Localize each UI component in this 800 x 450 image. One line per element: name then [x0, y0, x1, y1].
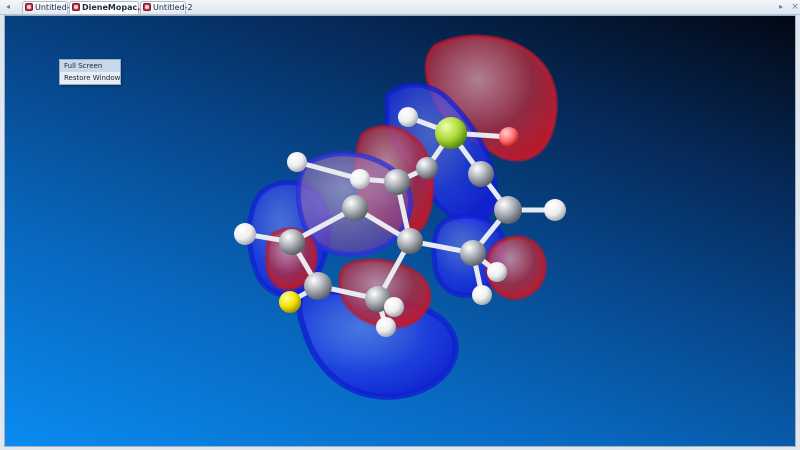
document-icon — [72, 3, 80, 11]
carbon-atom — [304, 272, 332, 300]
hydrogen-atom — [544, 199, 566, 221]
oxygen-atom — [499, 127, 519, 147]
chlorine-atom — [435, 117, 467, 149]
carbon-atom — [384, 169, 410, 195]
carbon-atom — [416, 157, 438, 179]
carbon-atom — [460, 240, 486, 266]
hydrogen-atom — [350, 169, 370, 189]
document-icon — [25, 3, 33, 11]
menu-item-restore-window[interactable]: Restore Window — [60, 72, 120, 84]
hydrogen-atom — [376, 317, 396, 337]
scroll-left-icon[interactable]: ◂ — [1, 0, 15, 14]
hydrogen-atom — [287, 152, 307, 172]
close-icon[interactable]: × — [788, 0, 800, 14]
menu-item-full-screen[interactable]: Full Screen — [60, 60, 120, 72]
molecule-viewport[interactable]: Full Screen Restore Window — [4, 15, 796, 447]
hydrogen-atom — [398, 107, 418, 127]
hydrogen-atom — [384, 297, 404, 317]
sulfur-atom — [279, 291, 301, 313]
molecule-render — [234, 34, 566, 400]
carbon-atom — [342, 195, 368, 221]
scroll-right-icon[interactable]: ▸ — [774, 0, 788, 14]
document-tab-bar: ◂ Untitled-1 DieneMopac.gjf* Untitled-2 … — [0, 0, 800, 15]
tab-untitled-1[interactable]: Untitled-1 — [22, 1, 75, 14]
tab-dienemopac[interactable]: DieneMopac.gjf* — [69, 1, 156, 14]
hydrogen-atom — [487, 262, 507, 282]
carbon-atom — [279, 229, 305, 255]
tab-label: Untitled-2 — [153, 3, 193, 12]
tab-untitled-2[interactable]: Untitled-2 — [140, 1, 193, 14]
carbon-atom — [397, 228, 423, 254]
carbon-atom — [468, 161, 494, 187]
hydrogen-atom — [472, 285, 492, 305]
carbon-atom — [494, 196, 522, 224]
hydrogen-atom — [234, 223, 256, 245]
document-icon — [143, 3, 151, 11]
view-context-menu: Full Screen Restore Window — [59, 59, 121, 85]
